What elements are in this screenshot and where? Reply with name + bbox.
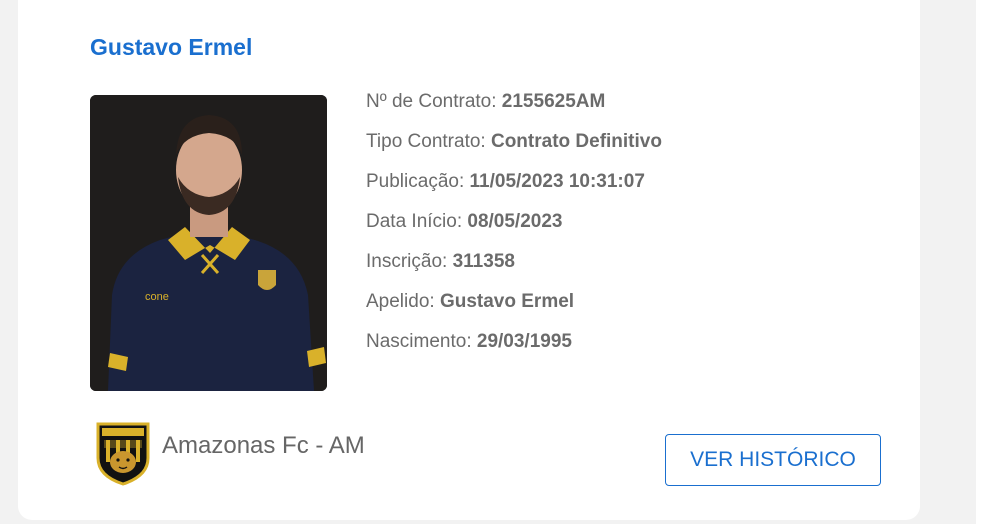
- player-card: Gustavo Ermel cone Nº de Contrato: 21556…: [18, 0, 920, 520]
- detail-value: Contrato Definitivo: [490, 131, 662, 152]
- detail-contract-type: Tipo Contrato: Contrato Definitivo: [366, 128, 662, 168]
- player-name: Gustavo Ermel: [90, 34, 253, 60]
- club-crest-icon: [96, 422, 150, 486]
- detail-nickname: Apelido: Gustavo Ermel: [366, 288, 662, 328]
- detail-label: Tipo Contrato:: [366, 131, 491, 152]
- detail-label: Nº de Contrato:: [366, 91, 502, 112]
- detail-label: Publicação:: [366, 171, 470, 192]
- detail-value: 2155625AM: [501, 91, 606, 112]
- detail-label: Apelido:: [366, 291, 440, 312]
- contract-details: Nº de Contrato: 2155625AM Tipo Contrato:…: [366, 88, 662, 368]
- detail-publication: Publicação: 11/05/2023 10:31:07: [366, 168, 662, 208]
- player-photo: cone: [90, 95, 327, 391]
- club-name: Amazonas Fc - AM: [162, 432, 365, 459]
- detail-value: 311358: [452, 251, 515, 272]
- club-info: Amazonas Fc - AM: [94, 418, 365, 486]
- detail-value: Gustavo Ermel: [439, 291, 575, 312]
- detail-start-date: Data Início: 08/05/2023: [366, 208, 662, 248]
- detail-label: Nascimento:: [366, 331, 477, 352]
- detail-label: Data Início:: [366, 211, 468, 232]
- detail-value: 29/03/1995: [476, 331, 572, 352]
- detail-contract-number: Nº de Contrato: 2155625AM: [366, 88, 662, 128]
- detail-birth-date: Nascimento: 29/03/1995: [366, 328, 662, 368]
- detail-value: 08/05/2023: [467, 211, 563, 232]
- detail-label: Inscrição:: [366, 251, 453, 272]
- view-history-button[interactable]: VER HISTÓRICO: [665, 434, 881, 486]
- detail-value: 11/05/2023 10:31:07: [469, 171, 645, 192]
- detail-registration: Inscrição: 311358: [366, 248, 662, 288]
- page-edge: [976, 0, 984, 524]
- svg-text:cone: cone: [145, 291, 169, 303]
